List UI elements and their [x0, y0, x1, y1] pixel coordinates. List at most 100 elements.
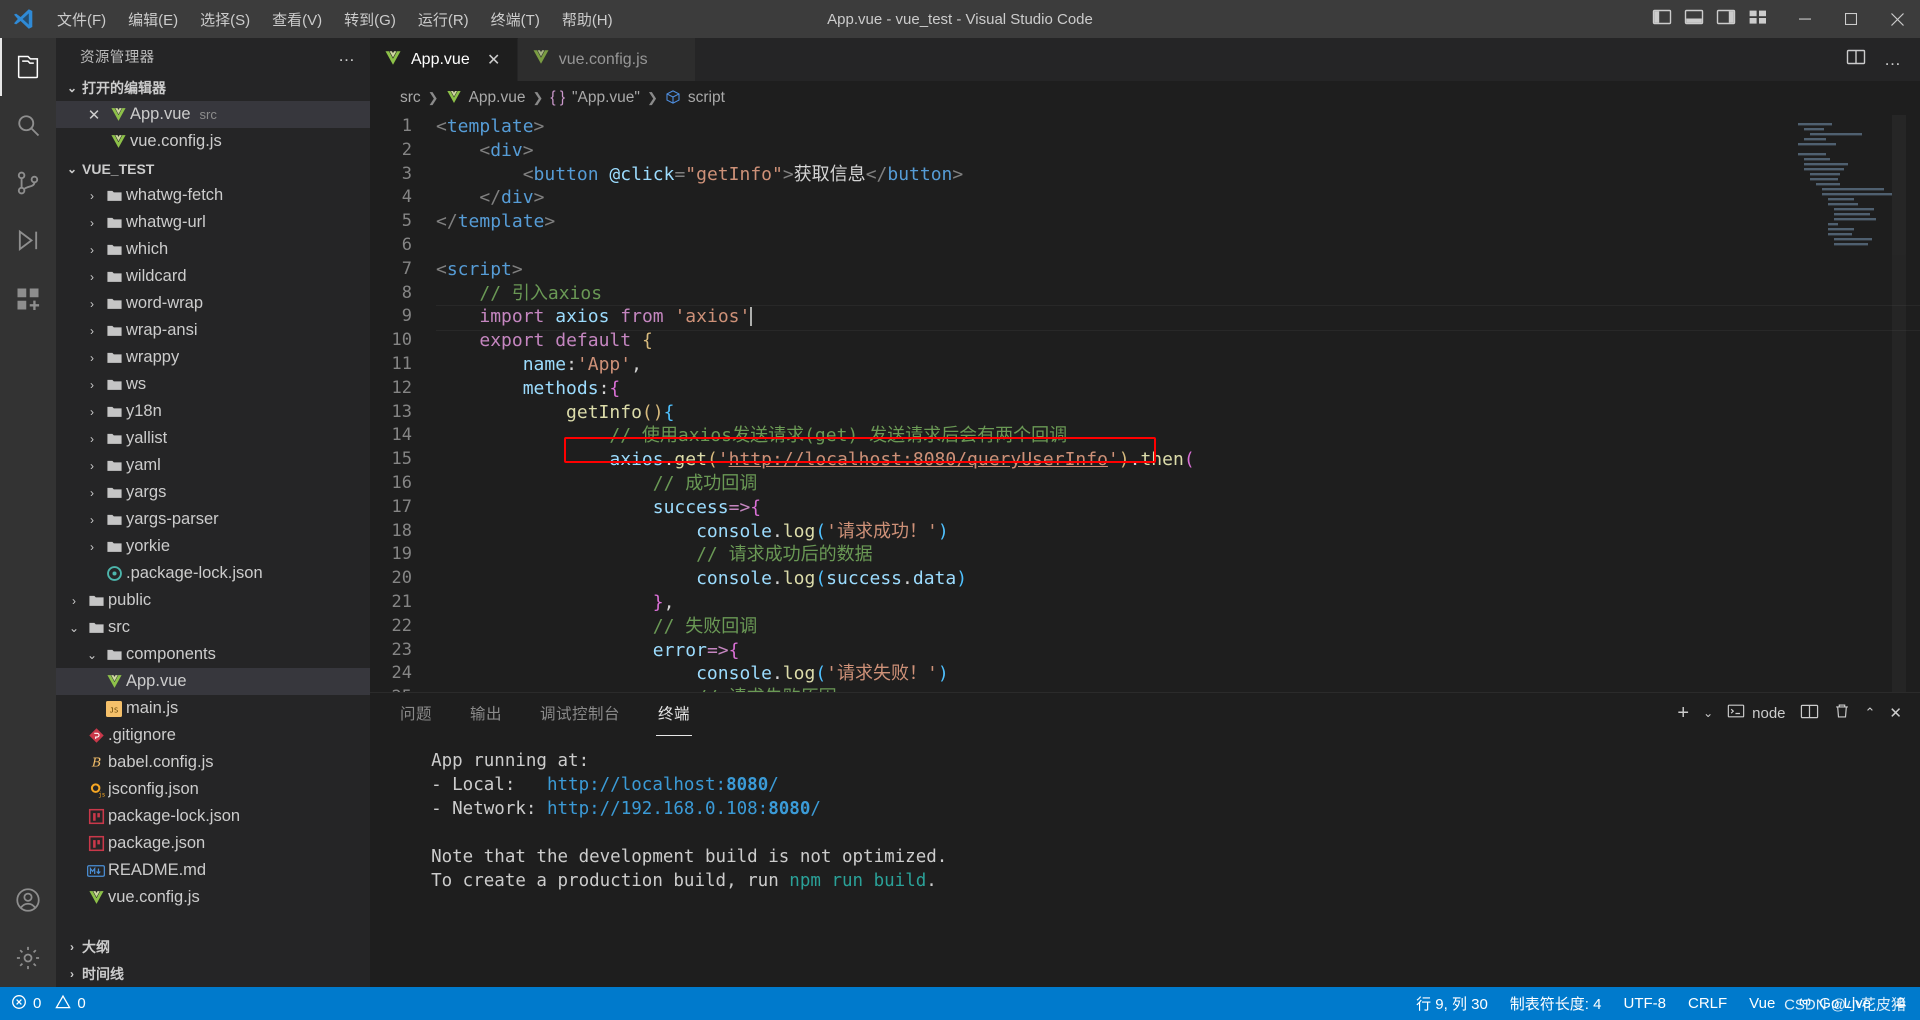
section-project-root[interactable]: ⌄ VUE_TEST — [56, 155, 370, 182]
breadcrumb-item-script[interactable]: script — [688, 89, 725, 107]
code-lines[interactable]: <template> <div> <button @click="getInfo… — [436, 115, 1920, 692]
panel-bottom-icon[interactable] — [1684, 7, 1704, 31]
chevron-right-icon[interactable]: › — [82, 432, 102, 446]
code-line[interactable]: <div> — [436, 139, 1920, 163]
code-line[interactable]: // 使用axios发送请求(get) 发送请求后会有两个回调 — [436, 424, 1920, 448]
code-line[interactable]: <template> — [436, 115, 1920, 139]
menu-view[interactable]: 查看(V) — [261, 5, 333, 34]
terminal-segment[interactable]: 8080 — [768, 799, 810, 819]
close-icon[interactable]: ✕ — [485, 50, 503, 70]
customize-layout-icon[interactable] — [1748, 7, 1768, 31]
tree-item[interactable]: › yorkie — [56, 533, 370, 560]
minimize-button[interactable] — [1782, 0, 1828, 38]
chevron-right-icon[interactable]: › — [82, 351, 102, 365]
tree-item[interactable]: › wildcard — [56, 263, 370, 290]
code-line[interactable]: }, — [436, 591, 1920, 615]
tree-item[interactable]: .gitignore — [56, 722, 370, 749]
terminal-segment[interactable]: / — [810, 799, 821, 819]
section-timeline[interactable]: › 时间线 — [56, 960, 370, 987]
code-line[interactable]: success=>{ — [436, 496, 1920, 520]
tree-item[interactable]: › yargs-parser — [56, 506, 370, 533]
tree-item[interactable]: ⌄ components — [56, 641, 370, 668]
open-editor-vue-config[interactable]: ✕ vue.config.js — [56, 128, 370, 155]
panel-tab-terminal[interactable]: 终端 — [656, 696, 693, 736]
chevron-right-icon[interactable]: › — [82, 540, 102, 554]
tree-item[interactable]: › yargs — [56, 479, 370, 506]
tree-item[interactable]: js jsconfig.json — [56, 776, 370, 803]
status-line-column[interactable]: 行 9, 列 30 — [1405, 987, 1499, 1020]
maximize-panel-icon[interactable]: ⌃ — [1865, 705, 1876, 721]
maximize-button[interactable] — [1828, 0, 1874, 38]
tree-item[interactable]: › ws — [56, 371, 370, 398]
breadcrumb-item-src[interactable]: src — [400, 89, 421, 107]
terminal-segment[interactable]: / — [768, 775, 779, 795]
status-eol[interactable]: CRLF — [1677, 987, 1738, 1020]
code-line[interactable]: name:'App', — [436, 353, 1920, 377]
code-line[interactable]: console.log(success.data) — [436, 567, 1920, 591]
code-editor[interactable]: 1234567891011121314151617181920212223242… — [370, 115, 1920, 692]
status-go-live[interactable]: Go Live — [1786, 987, 1882, 1020]
chevron-down-icon[interactable]: ⌄ — [82, 648, 102, 662]
chevron-right-icon[interactable]: › — [82, 243, 102, 257]
code-line[interactable]: console.log('请求成功！') — [436, 520, 1920, 544]
status-language-mode[interactable]: Vue — [1738, 987, 1786, 1020]
status-indentation[interactable]: 制表符长度: 4 — [1499, 987, 1613, 1020]
code-line[interactable]: getInfo(){ — [436, 401, 1920, 425]
code-line[interactable]: methods:{ — [436, 377, 1920, 401]
chevron-right-icon[interactable]: › — [82, 216, 102, 230]
panel-tab-output[interactable]: 输出 — [468, 696, 504, 730]
tree-item[interactable]: package.json — [56, 830, 370, 857]
split-terminal-icon[interactable] — [1800, 702, 1819, 725]
tree-item[interactable]: › whatwg-fetch — [56, 182, 370, 209]
status-problems[interactable]: 0 0 — [0, 987, 97, 1020]
chevron-right-icon[interactable]: › — [82, 270, 102, 284]
code-line[interactable]: <script> — [436, 258, 1920, 282]
split-editor-icon[interactable] — [1846, 47, 1866, 72]
menu-file[interactable]: 文件(F) — [46, 5, 117, 34]
code-line[interactable]: </template> — [436, 210, 1920, 234]
activity-source-control[interactable] — [0, 154, 56, 212]
trash-icon[interactable] — [1833, 702, 1851, 724]
terminal-segment[interactable]: http://localhost: — [547, 775, 726, 795]
sidebar-more-actions-icon[interactable]: … — [338, 46, 356, 66]
tree-item[interactable]: › whatwg-url — [56, 209, 370, 236]
code-line[interactable]: <button @click="getInfo">获取信息</button> — [436, 163, 1920, 187]
code-line[interactable]: </div> — [436, 186, 1920, 210]
close-button[interactable] — [1874, 0, 1920, 38]
tree-item[interactable]: › wrap-ansi — [56, 317, 370, 344]
tree-item[interactable]: App.vue — [56, 668, 370, 695]
chevron-right-icon[interactable]: › — [82, 513, 102, 527]
chevron-right-icon[interactable]: › — [82, 486, 102, 500]
breadcrumb-item-file[interactable]: App.vue — [469, 89, 526, 107]
tree-item[interactable]: Bbabel.config.js — [56, 749, 370, 776]
tree-item[interactable]: › yaml — [56, 452, 370, 479]
code-line[interactable]: export default { — [436, 329, 1920, 353]
activity-explorer[interactable] — [0, 38, 56, 96]
activity-accounts[interactable] — [0, 871, 56, 929]
tree-item[interactable]: › y18n — [56, 398, 370, 425]
chevron-right-icon[interactable]: › — [82, 324, 102, 338]
tree-item[interactable]: vue.config.js — [56, 884, 370, 911]
menu-go[interactable]: 转到(G) — [333, 5, 407, 34]
menu-terminal[interactable]: 终端(T) — [480, 5, 551, 34]
close-icon[interactable]: ✕ — [82, 106, 106, 124]
code-line[interactable]: console.log('请求失败！') — [436, 662, 1920, 686]
tree-item[interactable]: › public — [56, 587, 370, 614]
menu-edit[interactable]: 编辑(E) — [117, 5, 189, 34]
close-panel-icon[interactable]: ✕ — [1889, 704, 1902, 722]
chevron-down-icon[interactable]: ⌄ — [1703, 706, 1713, 720]
tree-item[interactable]: › yallist — [56, 425, 370, 452]
code-line[interactable]: axios.get('http://localhost:8080/queryUs… — [436, 448, 1920, 472]
activity-manage-gear[interactable] — [0, 929, 56, 987]
tree-item[interactable]: ⌄ src — [56, 614, 370, 641]
status-encoding[interactable]: UTF-8 — [1612, 987, 1677, 1020]
chevron-right-icon[interactable]: › — [82, 297, 102, 311]
tree-item[interactable]: › which — [56, 236, 370, 263]
menu-run[interactable]: 运行(R) — [407, 5, 480, 34]
code-line[interactable]: // 引入axios — [436, 282, 1920, 306]
section-outline[interactable]: › 大纲 — [56, 933, 370, 960]
chevron-right-icon[interactable]: › — [82, 378, 102, 392]
tree-item[interactable]: README.md — [56, 857, 370, 884]
code-line[interactable]: // 失败回调 — [436, 615, 1920, 639]
code-line[interactable]: error=>{ — [436, 639, 1920, 663]
